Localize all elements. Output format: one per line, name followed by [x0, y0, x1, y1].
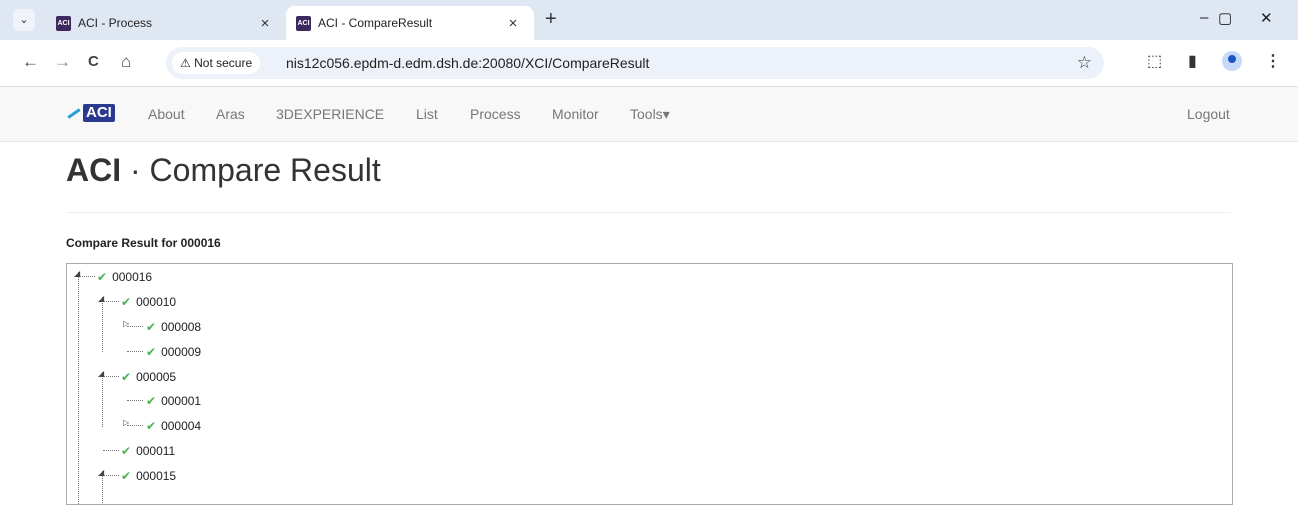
tab-title: ACI - CompareResult	[318, 16, 433, 30]
expand-toggle-icon[interactable]: ▷	[123, 319, 129, 328]
side-panel-icon[interactable]: ▮	[1188, 51, 1197, 71]
check-icon: ✔	[146, 320, 157, 334]
nav-monitor[interactable]: Monitor	[552, 87, 599, 141]
back-icon[interactable]: ←	[22, 52, 39, 72]
nav-process[interactable]: Process	[470, 87, 521, 141]
tree-connector	[103, 450, 119, 451]
browser-tab-strip: ⌄ ACI ACI - Process × ACI ACI - CompareR…	[0, 0, 1298, 40]
tree-connector	[78, 272, 79, 504]
tree-node[interactable]: ✔ 000001	[146, 393, 201, 409]
collapse-toggle-icon[interactable]: ◢	[98, 369, 104, 378]
browser-menu-icon[interactable]: ⋮	[1265, 51, 1281, 71]
nav-list[interactable]: List	[416, 87, 438, 141]
profile-avatar-icon[interactable]	[1222, 51, 1242, 71]
tab-aci-compareresult[interactable]: ACI ACI - CompareResult ×	[286, 6, 534, 40]
minimize-window-button[interactable]: –	[1200, 9, 1208, 26]
tree-node[interactable]: ✔ 000004	[146, 418, 201, 434]
tree-node[interactable]: ✔ 000015	[121, 468, 176, 484]
close-tab-icon[interactable]: ×	[502, 15, 524, 32]
tree-node-label: 000010	[136, 295, 177, 309]
tree-node-label: 000015	[136, 469, 177, 483]
site-navbar: ACI About Aras 3DEXPERIENCE List Process…	[0, 87, 1298, 142]
tree-connector	[79, 276, 95, 277]
tree-connector	[103, 376, 119, 377]
logout-link[interactable]: Logout	[1187, 87, 1230, 141]
tree-node-label: 000008	[161, 320, 202, 334]
aci-favicon-icon: ACI	[296, 15, 311, 31]
home-icon[interactable]: ⌂	[121, 52, 131, 72]
reload-icon[interactable]: C	[88, 52, 99, 72]
browser-toolbar: ← → C ⌂ ⚠ Not secure nis12c056.epdm-d.ed…	[0, 40, 1298, 87]
check-icon: ✔	[146, 345, 157, 359]
tree-connector	[103, 475, 119, 476]
logo-swoosh-icon	[67, 107, 81, 119]
close-window-button[interactable]: ✕	[1260, 9, 1273, 27]
url-text[interactable]: nis12c056.epdm-d.edm.dsh.de:20080/XCI/Co…	[286, 47, 649, 79]
security-indicator[interactable]: ⚠ Not secure	[172, 52, 261, 74]
check-icon: ✔	[121, 444, 132, 458]
tab-aci-process[interactable]: ACI ACI - Process ×	[46, 6, 286, 40]
security-label: Not secure	[194, 56, 253, 70]
tree-node-label: 000005	[136, 370, 177, 384]
aci-logo[interactable]: ACI	[67, 103, 115, 123]
tree-connector	[127, 351, 143, 352]
nav-aras[interactable]: Aras	[216, 87, 245, 141]
tree-node[interactable]: ✔ 000009	[146, 344, 201, 360]
caret-down-icon: ▾	[662, 106, 670, 122]
nav-tools-dropdown[interactable]: Tools▾	[630, 87, 670, 141]
tree-node-label: 000011	[136, 444, 176, 458]
tree-node[interactable]: ✔ 000005	[121, 369, 176, 385]
check-icon: ✔	[121, 469, 132, 483]
forward-icon[interactable]: →	[54, 52, 71, 72]
tab-search-button[interactable]: ⌄	[13, 9, 35, 31]
check-icon: ✔	[146, 419, 157, 433]
page-title-app: ACI	[66, 152, 122, 188]
nav-3dexperience[interactable]: 3DEXPERIENCE	[276, 87, 384, 141]
warning-icon: ⚠	[180, 56, 191, 70]
tree-connector	[102, 372, 103, 427]
compare-tree: ◢ ◢ ▷ ◢ ▷ ◢ ✔ 000016 ✔ 000010 ✔ 000008 ✔ 000…	[66, 263, 1233, 505]
collapse-toggle-icon[interactable]: ◢	[74, 269, 80, 278]
logo-text: ACI	[83, 104, 115, 122]
tree-connector	[127, 425, 143, 426]
tree-node-label: 000001	[161, 394, 202, 408]
page-title: ACI · Compare Result	[66, 152, 381, 189]
bookmark-star-icon[interactable]: ☆	[1077, 53, 1092, 73]
page-title-rest: · Compare Result	[121, 152, 381, 188]
tree-connector	[102, 297, 103, 352]
check-icon: ✔	[121, 295, 132, 309]
tree-connector	[103, 301, 119, 302]
collapse-toggle-icon[interactable]: ◢	[98, 468, 104, 477]
compare-result-subtitle: Compare Result for 000016	[66, 236, 221, 250]
address-bar[interactable]: ⚠ Not secure nis12c056.epdm-d.edm.dsh.de…	[166, 47, 1104, 79]
tree-connector	[127, 326, 143, 327]
tree-node[interactable]: ✔ 000011	[121, 443, 175, 459]
tree-node[interactable]: ✔ 000008	[146, 319, 201, 335]
tab-title: ACI - Process	[78, 16, 153, 30]
maximize-window-button[interactable]: ▢	[1218, 9, 1232, 27]
expand-toggle-icon[interactable]: ▷	[123, 418, 129, 427]
new-tab-button[interactable]: +	[545, 9, 557, 29]
tree-node[interactable]: ✔ 000016	[97, 269, 152, 285]
tree-connector	[127, 400, 143, 401]
divider	[66, 212, 1231, 213]
check-icon: ✔	[146, 394, 157, 408]
extensions-icon[interactable]: ⬚	[1147, 51, 1162, 71]
nav-about[interactable]: About	[148, 87, 185, 141]
tree-node-label: 000016	[112, 270, 153, 284]
nav-tools-label: Tools	[630, 106, 663, 122]
collapse-toggle-icon[interactable]: ◢	[98, 294, 104, 303]
tree-node-label: 000009	[161, 345, 202, 359]
check-icon: ✔	[121, 370, 132, 384]
close-tab-icon[interactable]: ×	[254, 15, 276, 32]
tree-node[interactable]: ✔ 000010	[121, 294, 176, 310]
tree-node-label: 000004	[161, 419, 202, 433]
check-icon: ✔	[97, 270, 108, 284]
aci-favicon-icon: ACI	[56, 15, 71, 31]
